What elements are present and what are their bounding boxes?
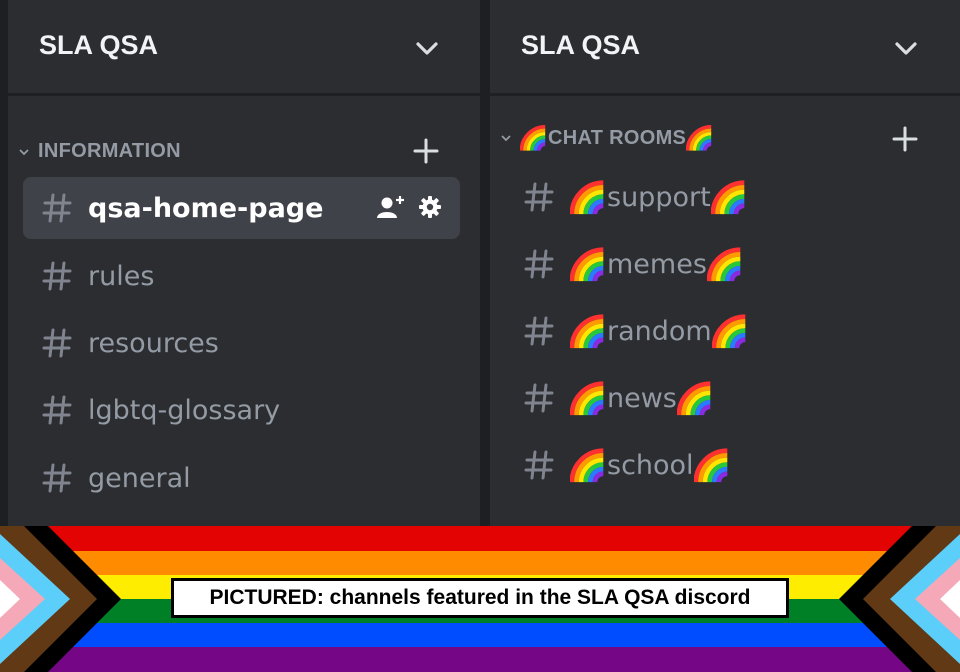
chevron-down-icon[interactable] [894, 36, 918, 60]
hash-icon [523, 382, 555, 414]
channel-resources[interactable]: resources [23, 312, 460, 374]
channel-name: rules [88, 260, 155, 292]
channel-sidebar-right: SLA QSA CHAT ROOMS support memes random [490, 0, 960, 526]
hash-icon [41, 260, 73, 292]
rainbow-emoji-icon [686, 124, 714, 152]
hash-icon [523, 248, 555, 280]
caret-down-icon [19, 148, 29, 155]
channel-qsa-home-page[interactable]: qsa-home-page [23, 177, 460, 239]
channel-name: support [607, 181, 711, 213]
plus-icon[interactable] [413, 138, 439, 164]
rainbow-emoji-icon [570, 447, 607, 484]
rainbow-emoji-icon [570, 179, 607, 216]
channel-random[interactable]: random [505, 300, 945, 362]
caption-box: PICTURED: channels featured in the SLA Q… [171, 578, 789, 618]
rainbow-emoji-icon [712, 313, 749, 350]
category-chat-rooms[interactable]: CHAT ROOMS [500, 124, 714, 152]
channel-general[interactable]: general [23, 447, 460, 509]
rainbow-emoji-icon [570, 380, 607, 417]
channel-school[interactable]: school [505, 434, 945, 496]
channel-name: resources [88, 327, 219, 359]
hash-icon [41, 327, 73, 359]
channel-memes[interactable]: memes [505, 233, 945, 295]
rainbow-emoji-icon [570, 246, 607, 283]
caret-down-icon [501, 135, 511, 142]
hash-icon [41, 192, 73, 224]
channel-rules[interactable]: rules [23, 245, 460, 307]
channel-name: qsa-home-page [88, 192, 324, 224]
rainbow-emoji-icon [694, 447, 731, 484]
channel-sidebar-left: SLA QSA INFORMATION qsa-home-page rules … [8, 0, 480, 526]
category-information[interactable]: INFORMATION [18, 140, 181, 163]
channel-support[interactable]: support [505, 166, 945, 228]
plus-icon[interactable] [892, 126, 918, 152]
hash-icon [41, 394, 73, 426]
hash-icon [41, 462, 73, 494]
server-name: SLA QSA [521, 30, 641, 60]
channel-name: news [607, 382, 677, 414]
channel-name: random [607, 315, 712, 347]
channel-lgbtq-glossary[interactable]: lgbtq-glossary [23, 379, 460, 441]
chevron-down-icon[interactable] [415, 36, 439, 60]
rainbow-emoji-icon [711, 179, 748, 216]
channel-news[interactable]: news [505, 367, 945, 429]
channel-name: lgbtq-glossary [88, 394, 281, 426]
hash-icon [523, 449, 555, 481]
rainbow-emoji-icon [570, 313, 607, 350]
rainbow-emoji-icon [677, 380, 714, 417]
server-header[interactable]: SLA QSA [8, 0, 480, 96]
category-label: CHAT ROOMS [548, 126, 687, 149]
server-name: SLA QSA [39, 30, 159, 60]
add-member-icon[interactable] [376, 194, 406, 220]
channel-name: memes [607, 248, 707, 280]
gear-icon[interactable] [418, 195, 442, 219]
hash-icon [523, 181, 555, 213]
rainbow-emoji-icon [520, 124, 548, 152]
server-header[interactable]: SLA QSA [490, 0, 960, 96]
rainbow-emoji-icon [707, 246, 744, 283]
category-label: INFORMATION [38, 140, 181, 162]
channel-name: school [607, 449, 694, 481]
channel-name: general [88, 462, 191, 494]
hash-icon [523, 315, 555, 347]
caption-text: PICTURED: channels featured in the SLA Q… [209, 586, 751, 609]
